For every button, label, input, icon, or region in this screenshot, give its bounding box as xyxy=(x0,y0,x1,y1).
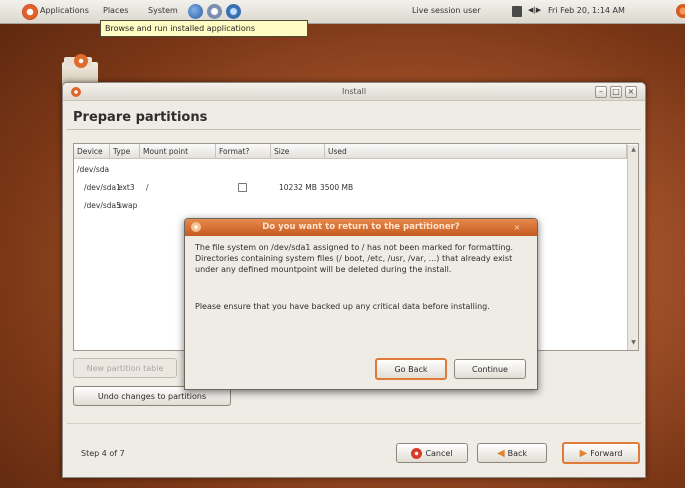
back-label: Back xyxy=(507,448,528,458)
places-menu[interactable]: Places xyxy=(103,6,128,15)
applications-menu[interactable]: Applications xyxy=(40,6,89,15)
dialog-warning: Please ensure that you have backed up an… xyxy=(195,302,490,311)
device-cell: /dev/sda5 xyxy=(84,201,121,210)
back-button[interactable]: ◀ Back xyxy=(477,443,547,463)
used-cell: 3500 MB xyxy=(320,183,354,192)
table-row[interactable]: /dev/sda xyxy=(74,161,627,177)
column-header-size[interactable]: Size xyxy=(271,144,325,159)
column-header-format[interactable]: Format? xyxy=(216,144,271,159)
help-launcher-icon[interactable] xyxy=(226,4,241,19)
device-cell: /dev/sda xyxy=(77,165,110,174)
divider xyxy=(67,129,641,130)
mount-point-cell: / xyxy=(146,183,149,192)
forward-arrow-icon: ▶ xyxy=(579,447,588,459)
scroll-up-arrow-icon[interactable]: ▲ xyxy=(629,146,638,155)
maximize-button[interactable]: □ xyxy=(610,86,622,98)
type-cell: ext3 xyxy=(118,183,135,192)
type-cell: swap xyxy=(118,201,138,210)
ubuntu-badge-icon xyxy=(74,54,88,68)
dialog-close-icon[interactable]: × xyxy=(511,222,523,233)
system-menu[interactable]: System xyxy=(148,6,178,15)
column-header-mount-point[interactable]: Mount point xyxy=(140,144,216,159)
step-indicator: Step 4 of 7 xyxy=(81,449,125,458)
session-user-label[interactable]: Live session user xyxy=(412,6,480,15)
column-header-used[interactable]: Used xyxy=(325,144,627,159)
forward-label: Forward xyxy=(590,448,623,458)
go-back-button[interactable]: Go Back xyxy=(375,358,447,380)
ubuntu-logo-icon[interactable] xyxy=(22,4,38,20)
firefox-launcher-icon[interactable] xyxy=(188,4,203,19)
minimize-button[interactable]: – xyxy=(595,86,607,98)
window-title: Install xyxy=(341,87,367,96)
cancel-button[interactable]: Cancel xyxy=(396,443,468,463)
network-icon[interactable] xyxy=(512,6,522,17)
keyboard-layout-icon[interactable]: ◀|▶ xyxy=(528,6,541,14)
cancel-icon xyxy=(411,447,423,459)
back-arrow-icon: ◀ xyxy=(496,447,505,459)
window-titlebar[interactable]: Install – □ × xyxy=(63,83,645,101)
tooltip: Browse and run installed applications xyxy=(100,20,308,37)
divider xyxy=(67,423,641,424)
dialog-message: The file system on /dev/sda1 assigned to… xyxy=(195,243,514,274)
format-checkbox[interactable] xyxy=(238,183,247,192)
clock[interactable]: Fri Feb 20, 1:14 AM xyxy=(548,6,625,15)
device-cell: /dev/sda1 xyxy=(84,183,121,192)
column-header-device[interactable]: Device xyxy=(74,144,110,159)
table-scrollbar[interactable]: ▲ ▼ xyxy=(627,145,638,350)
dialog-title: Do you want to return to the partitioner… xyxy=(262,222,460,232)
continue-button[interactable]: Continue xyxy=(454,359,526,379)
shutdown-icon[interactable] xyxy=(676,4,685,18)
cancel-label: Cancel xyxy=(425,448,453,458)
confirm-dialog: Do you want to return to the partitioner… xyxy=(184,218,538,390)
table-row[interactable]: /dev/sda1 ext3 / 10232 MB 3500 MB xyxy=(74,179,627,195)
scroll-down-arrow-icon[interactable]: ▼ xyxy=(629,339,638,348)
dialog-titlebar[interactable]: Do you want to return to the partitioner… xyxy=(185,219,537,236)
column-header-type[interactable]: Type xyxy=(110,144,140,159)
page-title: Prepare partitions xyxy=(73,110,208,125)
new-partition-table-button[interactable]: New partition table xyxy=(73,358,177,378)
email-launcher-icon[interactable] xyxy=(207,4,222,19)
close-button[interactable]: × xyxy=(625,86,637,98)
forward-button[interactable]: ▶ Forward xyxy=(562,442,640,464)
size-cell: 10232 MB xyxy=(279,183,317,192)
table-row[interactable]: /dev/sda5 swap xyxy=(74,197,627,213)
